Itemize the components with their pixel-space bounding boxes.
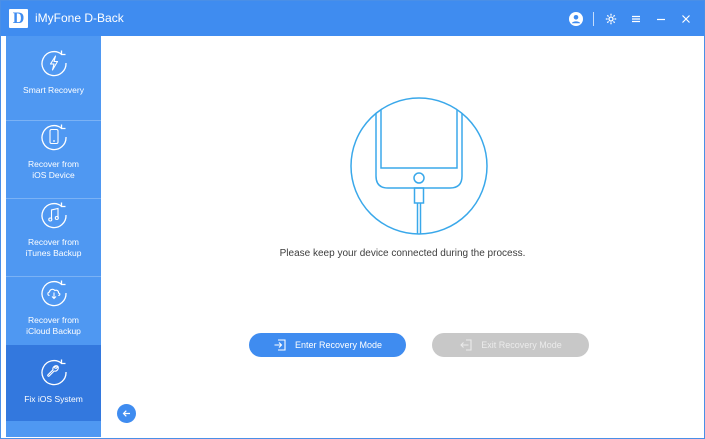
enter-icon xyxy=(273,338,287,352)
sidebar-item-icloud-backup[interactable]: Recover from iCloud Backup xyxy=(6,278,101,354)
exit-recovery-mode-label: Exit Recovery Mode xyxy=(481,340,562,350)
sidebar-item-label: Recover from iOS Device xyxy=(27,159,79,180)
sidebar: Smart Recovery Recover from iOS Device R… xyxy=(6,36,101,437)
phone-cable-icon xyxy=(350,97,488,235)
sidebar-item-label: Smart Recovery xyxy=(23,85,84,95)
sidebar-item-itunes-backup[interactable]: Recover from iTunes Backup xyxy=(6,200,101,276)
sidebar-item-label: Recover from iCloud Backup xyxy=(26,315,81,336)
app-window: D iMyFone D-Back Smart Recovery Recover … xyxy=(0,0,705,439)
sidebar-item-fix-ios-system[interactable]: Fix iOS System xyxy=(6,345,101,421)
title-separator xyxy=(593,12,594,26)
exit-icon xyxy=(459,338,473,352)
wrench-icon xyxy=(39,357,69,387)
exit-recovery-mode-button[interactable]: Exit Recovery Mode xyxy=(432,333,589,357)
app-title: iMyFone D-Back xyxy=(35,11,124,25)
window-controls xyxy=(568,10,694,28)
sidebar-divider xyxy=(6,120,101,121)
phone-recover-icon xyxy=(39,122,69,152)
cloud-recover-icon xyxy=(39,278,69,308)
status-message: Please keep your device connected during… xyxy=(279,248,526,259)
device-connected-illustration xyxy=(349,96,489,236)
music-recover-icon xyxy=(39,200,69,230)
enter-recovery-mode-label: Enter Recovery Mode xyxy=(294,340,383,350)
menu-icon[interactable] xyxy=(628,11,644,27)
sidebar-item-label: Fix iOS System xyxy=(24,394,83,404)
account-icon[interactable] xyxy=(568,11,584,27)
app-logo: D xyxy=(9,9,28,28)
title-bar: D iMyFone D-Back xyxy=(1,1,704,36)
back-button[interactable] xyxy=(117,404,136,423)
sidebar-divider xyxy=(6,276,101,277)
enter-recovery-mode-button[interactable]: Enter Recovery Mode xyxy=(249,333,406,357)
sidebar-item-label: Recover from iTunes Backup xyxy=(25,237,82,258)
lightning-recover-icon xyxy=(39,48,69,78)
close-icon[interactable] xyxy=(678,11,694,27)
minimize-icon[interactable] xyxy=(653,11,669,27)
sidebar-item-smart-recovery[interactable]: Smart Recovery xyxy=(6,48,101,112)
sidebar-divider xyxy=(6,198,101,199)
sidebar-item-ios-device[interactable]: Recover from iOS Device xyxy=(6,122,101,198)
settings-icon[interactable] xyxy=(603,11,619,27)
arrow-left-icon xyxy=(122,409,131,418)
